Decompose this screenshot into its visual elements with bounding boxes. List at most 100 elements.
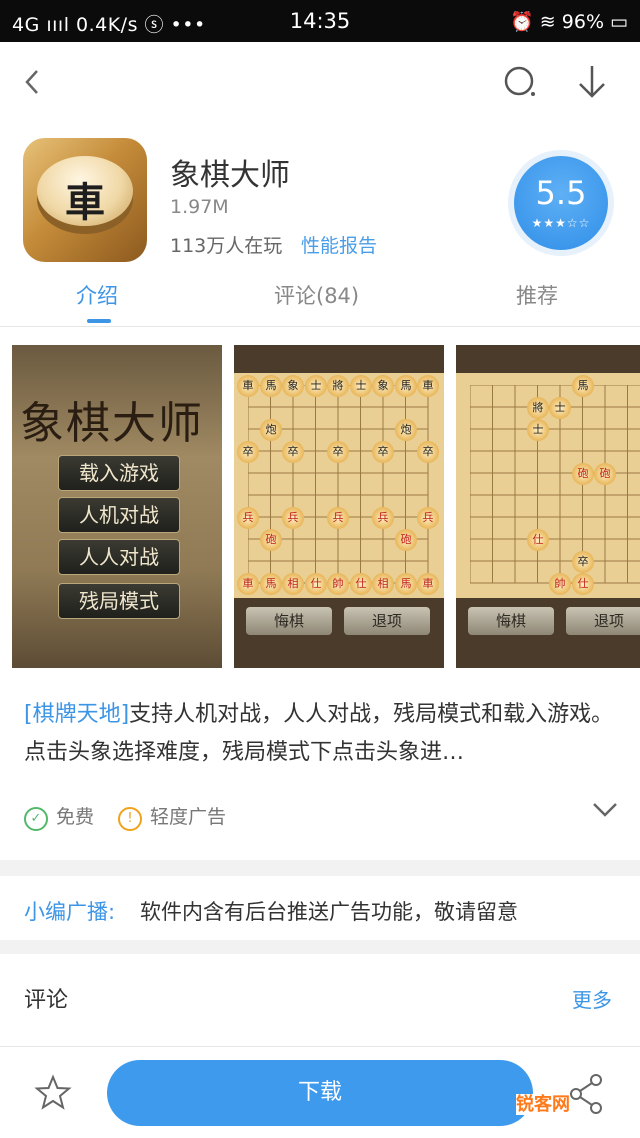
chess-piece: 馬 [395, 573, 417, 595]
chess-piece: 馬 [260, 375, 282, 397]
watermark: 锐客网 [516, 1090, 570, 1116]
chess-piece: 兵 [282, 507, 304, 529]
chess-piece: 車 [237, 375, 259, 397]
player-count: 113万人在玩 [170, 235, 283, 257]
share-button[interactable] [566, 1072, 606, 1116]
share-icon [570, 1074, 602, 1114]
exclamation-circle-icon: ! [118, 807, 142, 831]
chess-piece: 仕 [350, 573, 372, 595]
chess-piece: 兵 [237, 507, 259, 529]
chess-piece: 仕 [305, 573, 327, 595]
comments-more-link[interactable]: 更多 [572, 984, 612, 1013]
notice-text: 软件内含有后台推送广告功能，敬请留意 [140, 900, 518, 924]
notice-label: 小编广播: [24, 900, 116, 924]
download-manager-button[interactable] [574, 62, 610, 102]
chess-piece: 士 [305, 375, 327, 397]
download-arrow-icon [579, 66, 605, 98]
watermark-text: 锐客网 [516, 1094, 570, 1115]
expand-button[interactable] [592, 800, 618, 824]
exit-button: 退项 [344, 607, 430, 635]
chess-piece: 兵 [372, 507, 394, 529]
screenshot-3[interactable]: 馬 將 士 士 砲 砲 仕 卒 帥 仕 悔棋 退项 [456, 345, 640, 668]
chess-piece: 車 [417, 573, 439, 595]
chess-piece: 將 [327, 375, 349, 397]
search-icon [504, 66, 535, 96]
star-outline-icon [34, 1074, 72, 1110]
chess-piece: 相 [372, 573, 394, 595]
tab-intro[interactable]: 介绍 [76, 280, 118, 310]
chevron-left-icon [25, 70, 38, 94]
chess-board-grid [248, 385, 429, 584]
back-button[interactable] [18, 66, 48, 98]
chess-piece: 砲 [395, 529, 417, 551]
menu-item: 残局模式 [58, 583, 180, 619]
chess-piece: 帥 [549, 573, 571, 595]
chess-piece: 卒 [417, 441, 439, 463]
status-bar: 4G ıııl 0.4K/s ⓢ ••• 14:35 ⏰ ≋ 96% ▭ [0, 0, 640, 42]
chess-piece: 象 [372, 375, 394, 397]
search-button[interactable] [502, 64, 538, 100]
tab-recommend[interactable]: 推荐 [516, 280, 558, 310]
app-icon: 車 [23, 138, 147, 262]
screenshot-title: 象棋大师 [20, 398, 204, 449]
download-button[interactable]: 下载 [107, 1060, 533, 1126]
chess-piece: 象 [282, 375, 304, 397]
chess-piece: 車 [237, 573, 259, 595]
chess-piece: 帥 [327, 573, 349, 595]
comments-section: 评论 更多 [0, 954, 640, 1046]
chevron-down-icon [593, 803, 617, 817]
app-size: 1.97M [170, 196, 229, 218]
screenshot-1[interactable]: 象棋大师 载入游戏 人机对战 人人对战 残局模式 [12, 345, 222, 668]
chess-piece: 相 [282, 573, 304, 595]
chess-piece: 士 [527, 419, 549, 441]
menu-item: 人机对战 [58, 497, 180, 533]
score-badge: 5.5 ★★★☆☆ [508, 150, 614, 256]
undo-button: 悔棋 [468, 607, 554, 635]
app-icon-glyph: 車 [65, 179, 105, 226]
chess-piece: 炮 [395, 419, 417, 441]
chess-piece: 炮 [260, 419, 282, 441]
check-circle-icon: ✓ [24, 807, 48, 831]
chess-piece: 卒 [237, 441, 259, 463]
chess-piece: 兵 [327, 507, 349, 529]
chess-piece: 士 [350, 375, 372, 397]
chess-piece: 砲 [594, 463, 616, 485]
chess-piece: 馬 [395, 375, 417, 397]
score-stars: ★★★☆☆ [531, 216, 591, 230]
chess-piece: 砲 [260, 529, 282, 551]
menu-item: 人人对战 [58, 539, 180, 575]
category-tag[interactable]: [棋牌天地] [24, 702, 129, 727]
app-description: [棋牌天地]支持人机对战，人人对战，残局模式和载入游戏。点击头象选择难度，残局模… [24, 696, 624, 772]
chess-piece: 士 [549, 397, 571, 419]
menu-item: 载入游戏 [58, 455, 180, 491]
chess-piece: 車 [417, 375, 439, 397]
chess-piece: 卒 [282, 441, 304, 463]
board-top-bar [234, 345, 444, 373]
screenshot-2[interactable]: 車 馬 象 士 將 士 象 馬 車 炮 炮 卒 卒 卒 卒 卒 兵 兵 兵 兵 … [234, 345, 444, 668]
status-right: ⏰ ≋ 96% ▭ [510, 11, 628, 33]
chess-piece: 將 [527, 397, 549, 419]
badge-label: 免费 [56, 806, 95, 828]
tab-indicator [87, 319, 111, 323]
editor-notice: 小编广播: 软件内含有后台推送广告功能，敬请留意 [0, 876, 640, 940]
favorite-button[interactable] [34, 1074, 72, 1112]
chess-piece: 兵 [417, 507, 439, 529]
chess-piece: 仕 [572, 573, 594, 595]
performance-report-link[interactable]: 性能报告 [301, 231, 377, 258]
chess-piece: 馬 [260, 573, 282, 595]
chess-piece: 仕 [527, 529, 549, 551]
chess-piece-icon: 車 [37, 156, 133, 226]
chess-piece: 卒 [327, 441, 349, 463]
free-badge: ✓ 免费 [24, 802, 94, 831]
comments-title: 评论 [24, 988, 69, 1013]
chess-piece: 卒 [372, 441, 394, 463]
chess-piece: 馬 [572, 375, 594, 397]
chess-piece: 卒 [572, 551, 594, 573]
tab-comments[interactable]: 评论(84) [274, 280, 359, 310]
app-name: 象棋大师 [170, 158, 290, 193]
undo-button: 悔棋 [246, 607, 332, 635]
badge-label: 轻度广告 [150, 806, 227, 828]
board-top-bar [456, 345, 640, 373]
chess-piece: 砲 [572, 463, 594, 485]
ads-badge: ! 轻度广告 [118, 802, 226, 831]
